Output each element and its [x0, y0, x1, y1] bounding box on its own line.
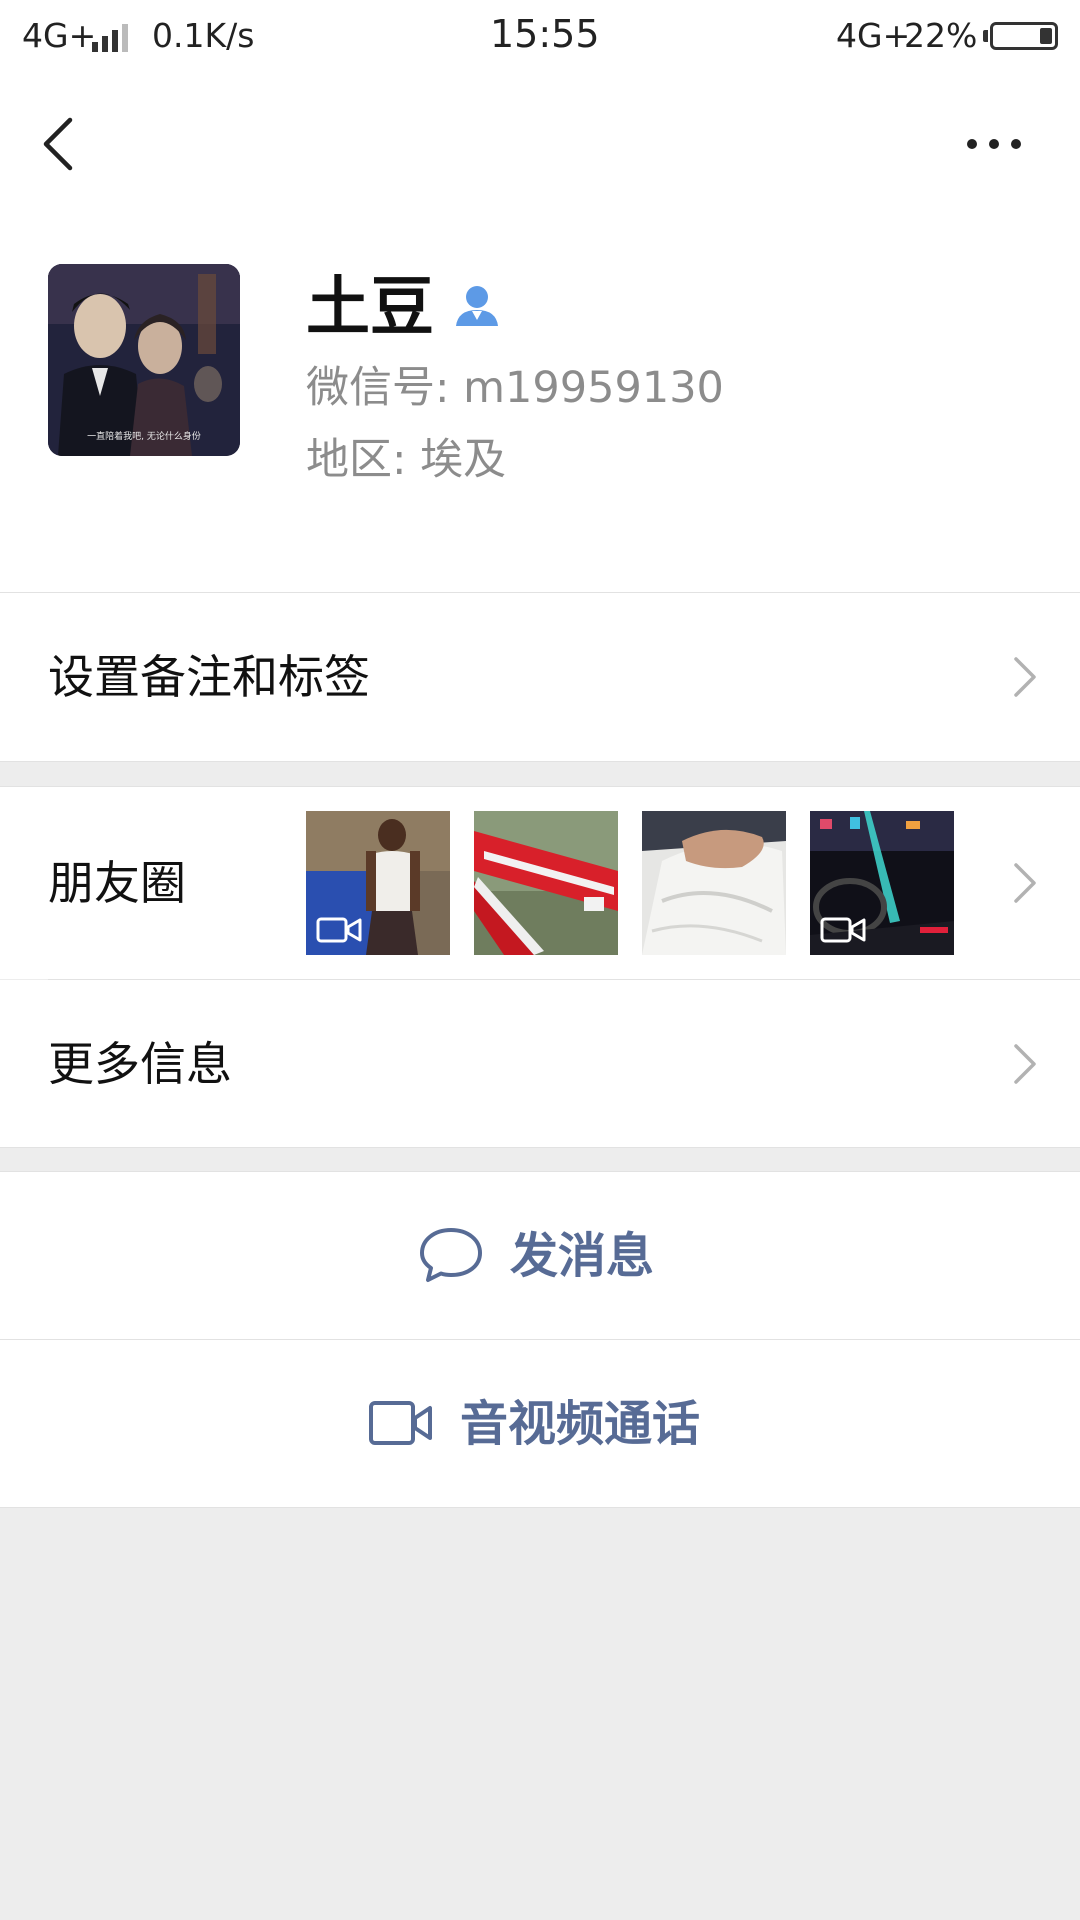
chevron-right-icon [1014, 863, 1036, 903]
battery-percent: 22% [904, 16, 978, 55]
profile-header: 一直陪着我吧, 无论什么身份 土豆 微信号: m19959130 地区: 埃及 [0, 216, 1080, 592]
signal-icon [92, 22, 132, 52]
region: 地区: 埃及 [306, 435, 507, 485]
row-moments[interactable]: 朋友圈 [0, 787, 1080, 979]
chevron-right-icon [1014, 1044, 1036, 1084]
avatar-image [48, 264, 240, 456]
divider [0, 1147, 1080, 1148]
moments-thumb-3[interactable] [642, 811, 786, 955]
moments-thumb-1[interactable] [306, 811, 450, 955]
send-message-label: 发消息 [510, 1228, 655, 1284]
divider [0, 761, 1080, 762]
moments-thumb-2[interactable] [474, 811, 618, 955]
video-call-label: 音视频通话 [460, 1396, 701, 1452]
row-more-info[interactable]: 更多信息 [0, 980, 1080, 1147]
avatar[interactable]: 一直陪着我吧, 无论什么身份 [48, 264, 240, 456]
row-moments-label: 朋友圈 [48, 856, 186, 910]
video-badge-icon [316, 917, 362, 943]
wechat-id: 微信号: m19959130 [306, 363, 724, 413]
chevron-right-icon [1014, 657, 1036, 697]
send-message-button[interactable]: 发消息 [0, 1172, 1080, 1339]
video-call-button[interactable]: 音视频通话 [0, 1340, 1080, 1507]
more-dots-icon[interactable] [964, 132, 1024, 156]
row-more-info-label: 更多信息 [48, 1037, 232, 1091]
nav-bar [0, 76, 1080, 216]
chat-bubble-icon [420, 1228, 482, 1282]
network-type-right: 4G+ [836, 16, 911, 55]
battery-icon [990, 22, 1058, 50]
avatar-caption: 一直陪着我吧, 无论什么身份 [87, 432, 201, 442]
network-speed: 0.1K/s [152, 16, 255, 55]
status-bar: 4G+ 0.1K/s 15:55 4G+ 22% [0, 0, 1080, 76]
clock: 15:55 [490, 12, 600, 56]
row-remark-tags[interactable]: 设置备注和标签 [0, 593, 1080, 761]
network-type: 4G+ [22, 16, 97, 55]
video-badge-icon [820, 917, 866, 943]
moments-thumb-4[interactable] [810, 811, 954, 955]
back-arrow-icon[interactable] [38, 114, 78, 174]
contact-name: 土豆 [306, 271, 434, 345]
row-remark-tags-label: 设置备注和标签 [48, 650, 370, 704]
video-camera-icon [369, 1401, 432, 1445]
contact-person-icon [456, 286, 498, 326]
divider [0, 1507, 1080, 1508]
